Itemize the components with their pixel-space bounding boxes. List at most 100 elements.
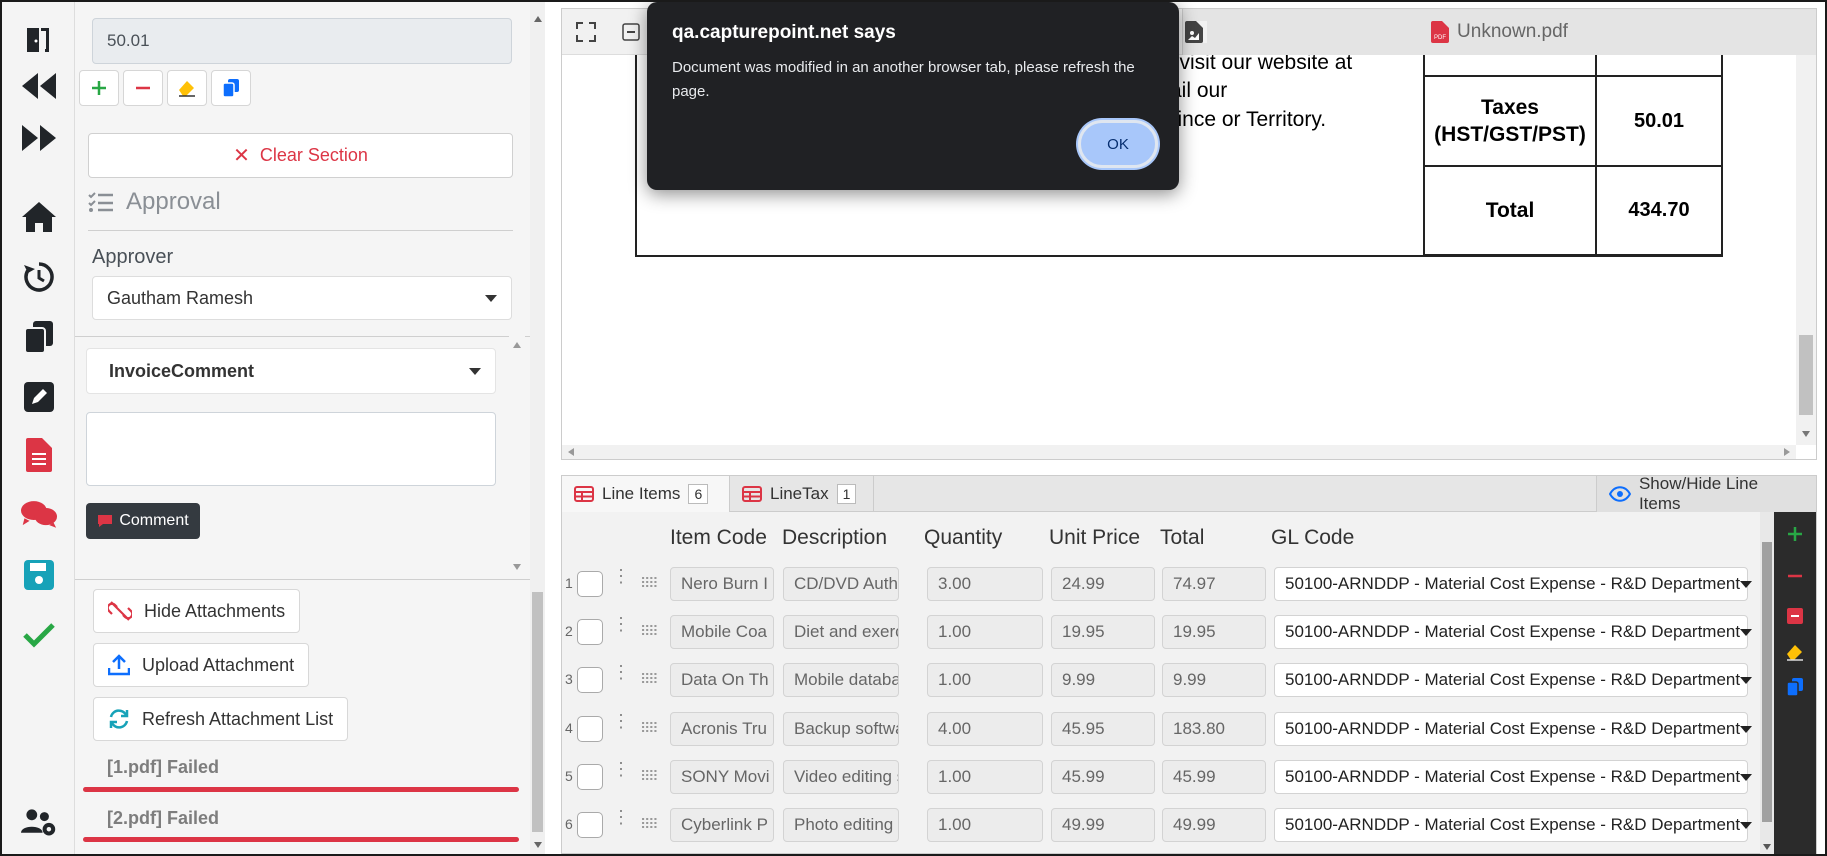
description-cell[interactable]: Diet and exerci: xyxy=(783,615,899,649)
add-row-button[interactable] xyxy=(1783,522,1807,546)
row-checkbox[interactable] xyxy=(577,667,603,693)
quantity-cell[interactable]: 1.00 xyxy=(927,808,1043,842)
attachment-status[interactable]: [2.pdf] Failed xyxy=(107,808,219,829)
total-cell[interactable]: 45.99 xyxy=(1162,760,1266,794)
description-cell[interactable]: Backup softwar xyxy=(783,712,899,746)
gl-code-select[interactable]: 50100-ARNDDP - Material Cost Expense - R… xyxy=(1274,663,1753,697)
tab-line-items[interactable]: Line Items 6 xyxy=(562,476,730,512)
total-cell[interactable]: 74.97 xyxy=(1162,567,1266,601)
edit-icon[interactable] xyxy=(21,379,57,415)
tab-linetax[interactable]: LineTax 1 xyxy=(730,476,874,512)
row-menu-icon[interactable]: ⋮ xyxy=(612,615,630,633)
column-header-unit-price[interactable]: Unit Price xyxy=(1049,526,1140,550)
attachment-status[interactable]: [1.pdf] Failed xyxy=(107,757,219,778)
tax-value-field[interactable]: 50.01 xyxy=(92,18,512,64)
exit-icon[interactable] xyxy=(21,22,57,58)
hide-attachments-button[interactable]: Hide Attachments xyxy=(93,589,301,633)
unit-price-cell[interactable]: 45.95 xyxy=(1051,712,1155,746)
row-checkbox[interactable] xyxy=(577,619,603,645)
pdf-file-icon[interactable] xyxy=(21,437,57,473)
quantity-cell[interactable]: 3.00 xyxy=(927,567,1043,601)
check-icon[interactable] xyxy=(21,617,57,653)
show-hide-line-items-button[interactable]: Show/Hide Line Items xyxy=(1596,474,1816,513)
viewer-vertical-scrollbar[interactable] xyxy=(1796,55,1816,445)
item-code-cell[interactable]: Data On Th xyxy=(670,663,774,697)
unit-price-cell[interactable]: 24.99 xyxy=(1051,567,1155,601)
quantity-cell[interactable]: 1.00 xyxy=(927,615,1043,649)
column-header-item-code[interactable]: Item Code xyxy=(670,526,767,550)
approver-select[interactable]: Gautham Ramesh xyxy=(92,276,512,320)
row-checkbox[interactable] xyxy=(577,716,603,742)
document-tab[interactable]: PDF Unknown.pdf xyxy=(1182,9,1816,55)
drag-handle-icon[interactable]: ⠿⠿ xyxy=(640,768,658,785)
row-checkbox[interactable] xyxy=(577,571,603,597)
rewind-icon[interactable] xyxy=(21,68,57,104)
quantity-cell[interactable]: 1.00 xyxy=(927,760,1043,794)
drag-handle-icon[interactable]: ⠿⠿ xyxy=(640,720,658,737)
comment-textarea[interactable] xyxy=(86,412,496,486)
unit-price-cell[interactable]: 19.95 xyxy=(1051,615,1155,649)
drag-handle-icon[interactable]: ⠿⠿ xyxy=(640,671,658,688)
drag-handle-icon[interactable]: ⠿⠿ xyxy=(640,816,658,833)
row-menu-icon[interactable]: ⋮ xyxy=(612,808,630,826)
total-cell[interactable]: 19.95 xyxy=(1162,615,1266,649)
description-cell[interactable]: Video editing s xyxy=(783,760,899,794)
row-menu-icon[interactable]: ⋮ xyxy=(612,567,630,585)
remove-row-button[interactable] xyxy=(1783,564,1807,588)
item-code-cell[interactable]: SONY Movi xyxy=(670,760,774,794)
left-panel-scrollbar[interactable] xyxy=(530,2,545,854)
row-menu-icon[interactable]: ⋮ xyxy=(612,712,630,730)
column-header-quantity[interactable]: Quantity xyxy=(924,526,1002,550)
total-cell[interactable]: 9.99 xyxy=(1162,663,1266,697)
ok-button[interactable]: OK xyxy=(1078,120,1158,168)
clear-rows-button[interactable] xyxy=(1783,640,1807,664)
unit-price-cell[interactable]: 49.99 xyxy=(1051,808,1155,842)
row-menu-icon[interactable]: ⋮ xyxy=(612,663,630,681)
drag-handle-icon[interactable]: ⠿⠿ xyxy=(640,575,658,592)
quantity-cell[interactable]: 1.00 xyxy=(927,663,1043,697)
gl-code-select[interactable]: 50100-ARNDDP - Material Cost Expense - R… xyxy=(1274,760,1753,794)
column-header-total[interactable]: Total xyxy=(1160,526,1204,550)
total-cell[interactable]: 49.99 xyxy=(1162,808,1266,842)
description-cell[interactable]: Mobile databas xyxy=(783,663,899,697)
gl-code-select[interactable]: 50100-ARNDDP - Material Cost Expense - R… xyxy=(1274,615,1753,649)
home-icon[interactable] xyxy=(21,199,57,235)
gl-code-select[interactable]: 50100-ARNDDP - Material Cost Expense - R… xyxy=(1274,567,1753,601)
collapse-icon[interactable] xyxy=(622,23,640,46)
add-button[interactable] xyxy=(79,70,119,106)
item-code-cell[interactable]: Mobile Coa xyxy=(670,615,774,649)
delete-rows-button[interactable] xyxy=(1783,604,1807,628)
gl-code-select[interactable]: 50100-ARNDDP - Material Cost Expense - R… xyxy=(1274,808,1753,842)
row-checkbox[interactable] xyxy=(577,764,603,790)
unit-price-cell[interactable]: 45.99 xyxy=(1051,760,1155,794)
save-icon[interactable] xyxy=(21,557,57,593)
drag-handle-icon[interactable]: ⠿⠿ xyxy=(640,623,658,640)
total-cell[interactable]: 183.80 xyxy=(1162,712,1266,746)
users-settings-icon[interactable] xyxy=(21,804,57,840)
chat-icon[interactable] xyxy=(21,496,57,532)
description-cell[interactable]: Photo editing s xyxy=(783,808,899,842)
viewer-horizontal-scrollbar[interactable] xyxy=(562,445,1796,459)
fast-forward-icon[interactable] xyxy=(21,120,57,156)
gl-code-select[interactable]: 50100-ARNDDP - Material Cost Expense - R… xyxy=(1274,712,1753,746)
item-code-cell[interactable]: Acronis Tru xyxy=(670,712,774,746)
refresh-attachments-button[interactable]: Refresh Attachment List xyxy=(93,697,349,741)
column-header-gl-code[interactable]: GL Code xyxy=(1271,526,1354,550)
unit-price-cell[interactable]: 9.99 xyxy=(1051,663,1155,697)
clear-button[interactable] xyxy=(167,70,207,106)
comment-type-select[interactable]: InvoiceComment xyxy=(86,348,496,394)
comment-button[interactable]: Comment xyxy=(86,503,200,539)
history-icon[interactable] xyxy=(21,259,57,295)
duplicate-button[interactable] xyxy=(211,70,251,106)
item-code-cell[interactable]: Nero Burn I xyxy=(670,567,774,601)
row-menu-icon[interactable]: ⋮ xyxy=(612,760,630,778)
column-header-description[interactable]: Description xyxy=(782,526,887,550)
image-icon[interactable] xyxy=(1185,21,1207,43)
line-items-scrollbar[interactable] xyxy=(1760,512,1774,854)
upload-attachment-button[interactable]: Upload Attachment xyxy=(93,643,310,687)
fullscreen-icon[interactable] xyxy=(576,22,596,47)
comment-scrollbar[interactable] xyxy=(509,336,525,576)
row-checkbox[interactable] xyxy=(577,812,603,838)
item-code-cell[interactable]: Cyberlink P xyxy=(670,808,774,842)
description-cell[interactable]: CD/DVD Autho xyxy=(783,567,899,601)
